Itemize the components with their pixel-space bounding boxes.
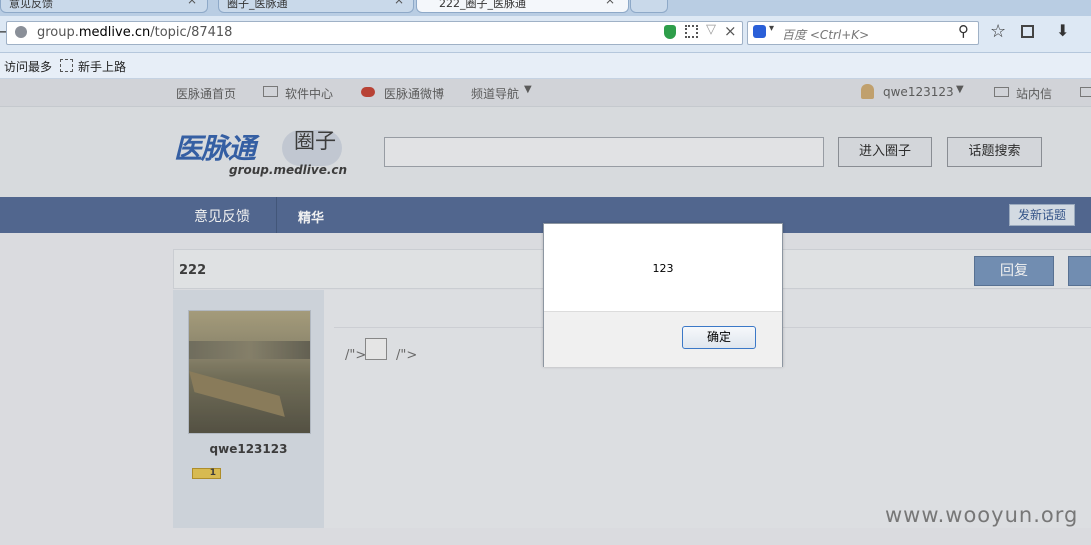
browser-tab-bar: 意见反馈 × 圈子_医脉通 × 222_圈子_医脉通 × — [0, 0, 1091, 16]
tab-label: 意见反馈 — [9, 0, 53, 10]
watermark: www.wooyun.org — [885, 503, 1079, 527]
ok-button[interactable]: 确定 — [682, 326, 756, 349]
alert-message: 123 — [652, 262, 674, 275]
bookmark-getting-started[interactable]: 新手上路 — [78, 58, 126, 75]
dropdown-icon[interactable]: ▽ — [706, 22, 716, 37]
browser-tab[interactable]: 圈子_医脉通 × — [218, 0, 414, 13]
search-box[interactable]: ▾ 百度 <Ctrl+K> ⚲ — [747, 21, 979, 45]
library-icon[interactable] — [1021, 25, 1034, 38]
search-icon[interactable]: ⚲ — [958, 22, 969, 40]
stop-icon[interactable]: × — [724, 22, 737, 40]
url-text: group.medlive.cn/topic/87418 — [37, 25, 232, 40]
tab-label: 圈子_医脉通 — [227, 0, 288, 10]
bookmarks-bar: 访问最多 新手上路 — [0, 53, 1091, 79]
browser-tab[interactable]: 意见反馈 × — [0, 0, 208, 13]
dialog-footer: 确定 — [544, 311, 782, 367]
shield-icon[interactable] — [664, 25, 676, 39]
search-placeholder: 百度 <Ctrl+K> — [782, 28, 870, 42]
close-icon[interactable]: × — [605, 0, 615, 6]
download-icon[interactable]: ⬇ — [1056, 21, 1069, 40]
alert-dialog: 123 确定 — [543, 223, 783, 367]
bookmark-star-icon[interactable]: ☆ — [990, 21, 1006, 42]
close-icon[interactable]: × — [187, 0, 197, 6]
address-bar[interactable]: group.medlive.cn/topic/87418 ▽ × — [6, 21, 743, 45]
close-icon[interactable]: × — [394, 0, 404, 6]
new-tab-button[interactable] — [630, 0, 668, 13]
tab-label: 222_圈子_医脉通 — [439, 0, 526, 10]
url-domain: medlive.cn — [78, 25, 151, 40]
qrcode-icon[interactable] — [685, 25, 698, 38]
baidu-icon — [753, 25, 766, 38]
bookmark-folder-icon — [60, 59, 73, 72]
chevron-down-icon[interactable]: ▾ — [769, 23, 774, 34]
browser-tab-active[interactable]: 222_圈子_医脉通 × — [416, 0, 629, 13]
url-prefix: group. — [37, 25, 79, 40]
url-path: /topic/87418 — [150, 25, 233, 40]
globe-icon — [15, 26, 27, 38]
bookmark-most-visited[interactable]: 访问最多 — [4, 58, 52, 75]
